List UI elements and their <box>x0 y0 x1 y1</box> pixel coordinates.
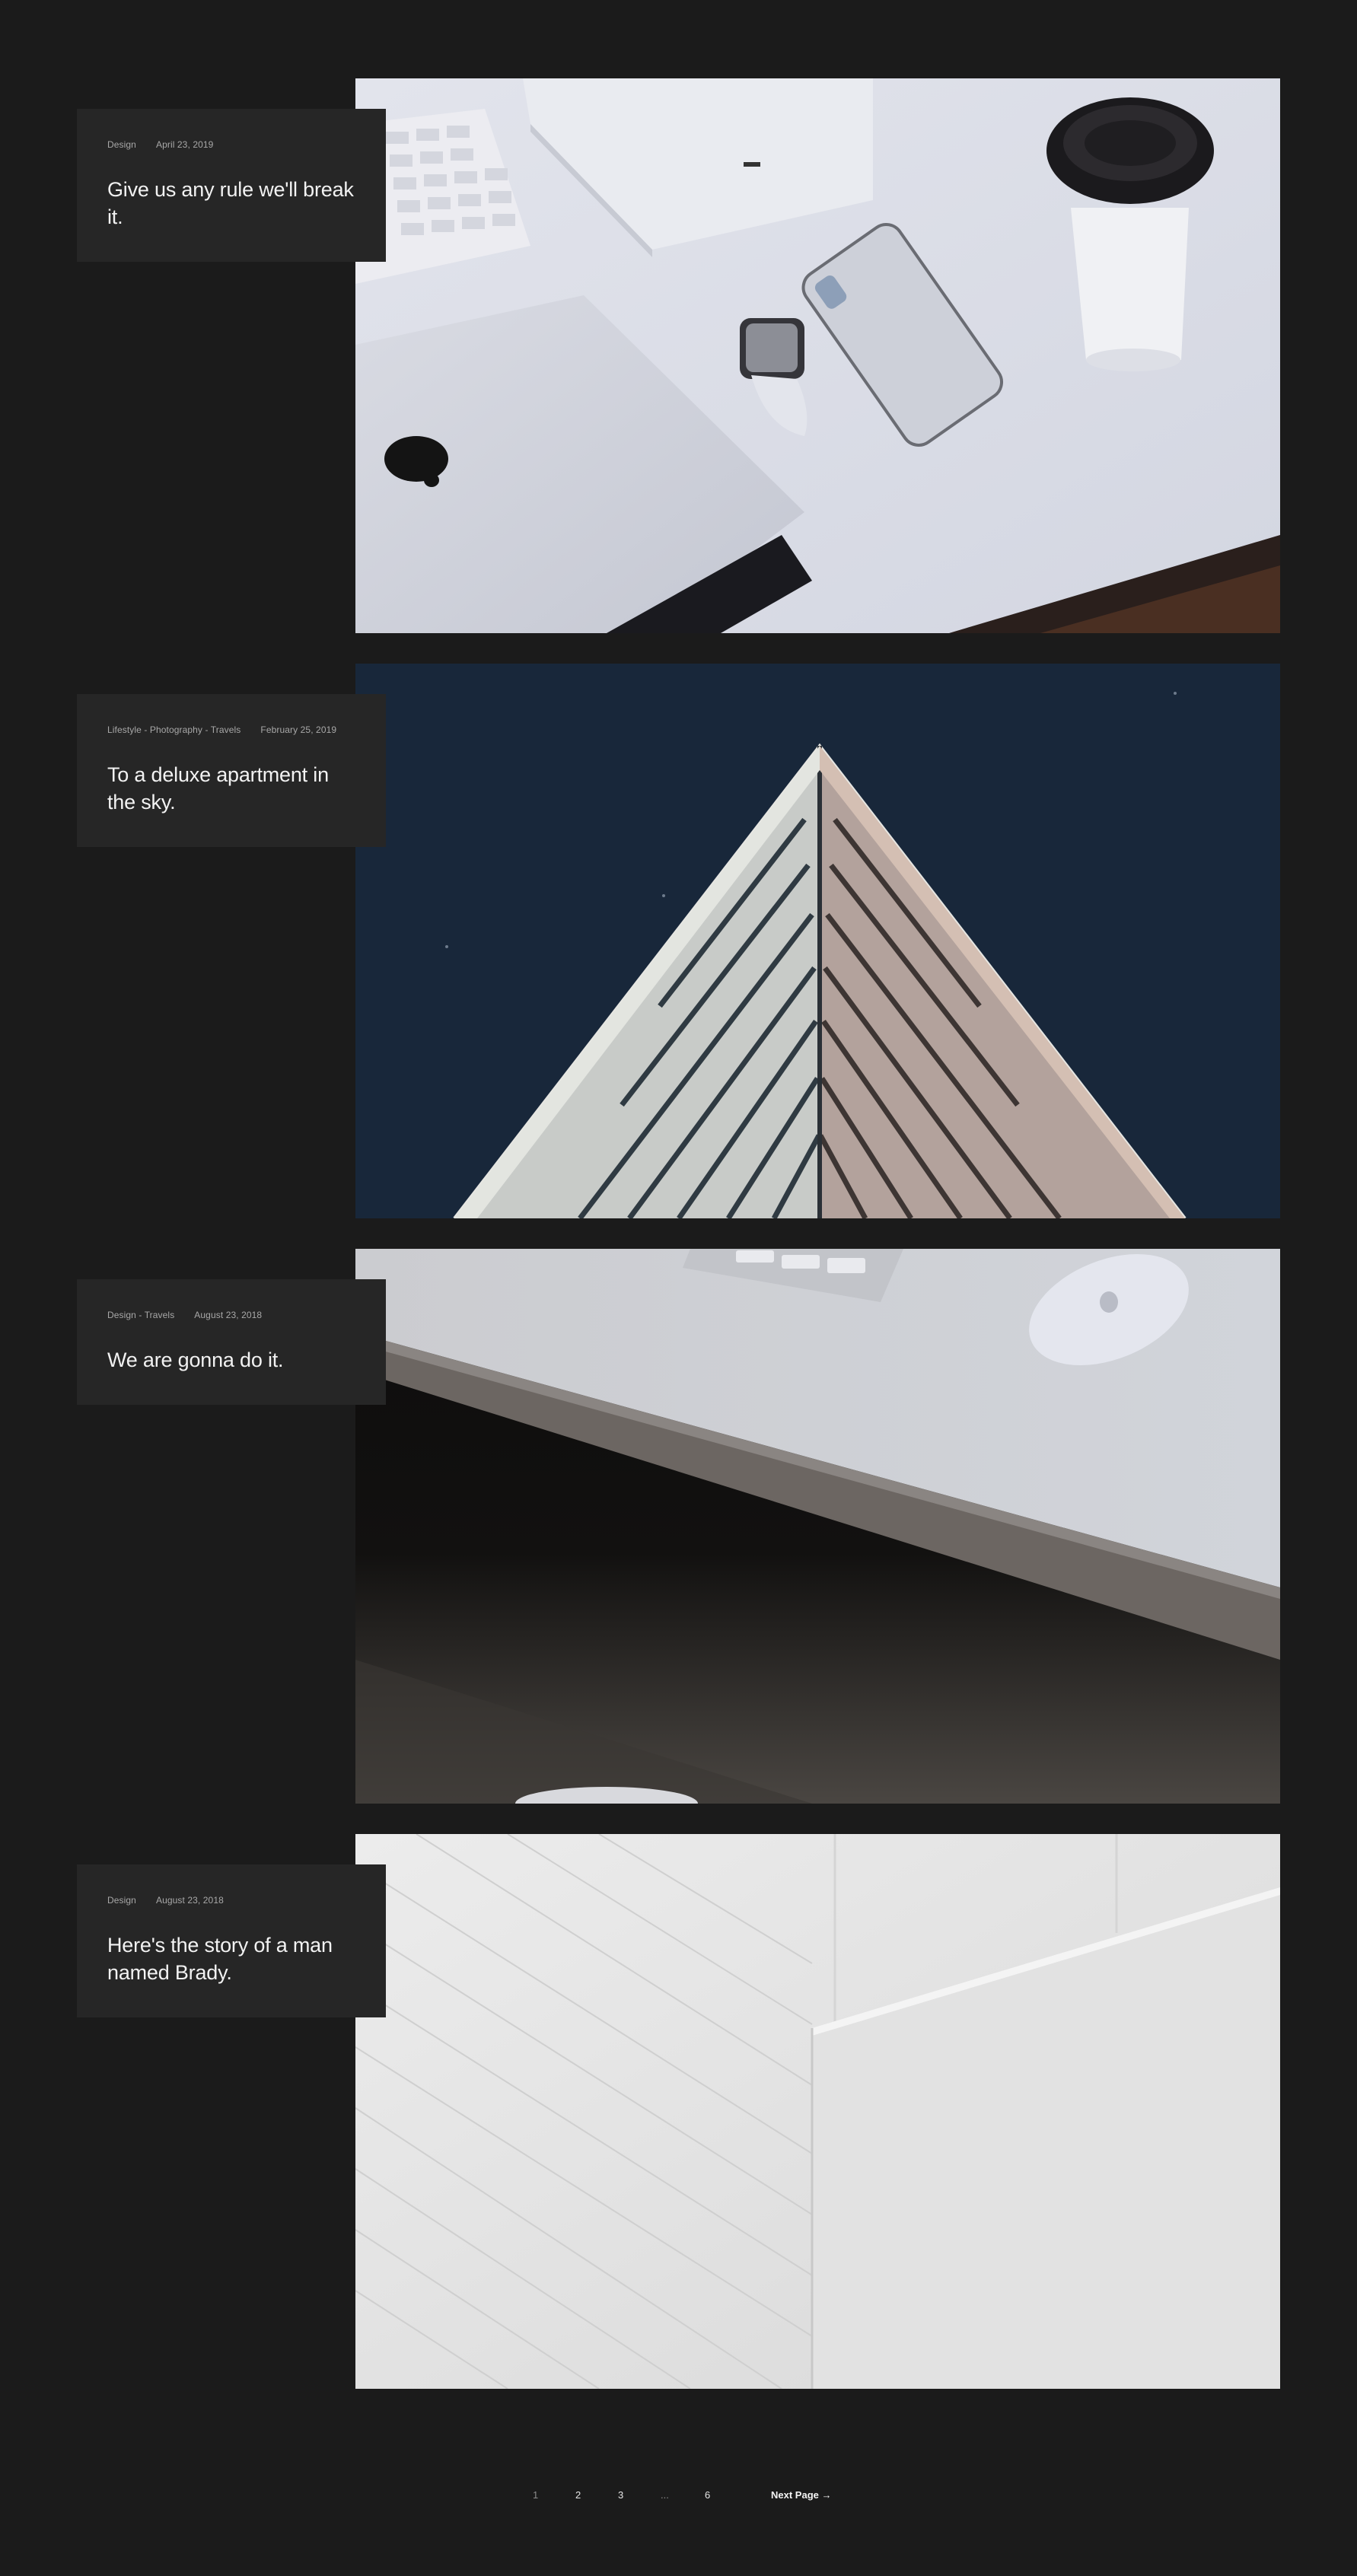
post-image-4[interactable] <box>355 1834 1280 2389</box>
post-image-1[interactable] <box>355 78 1280 633</box>
post-date[interactable]: August 23, 2018 <box>156 1895 224 1906</box>
next-page-link[interactable]: Next Page → <box>771 2484 831 2507</box>
post-image-2[interactable] <box>355 664 1280 1218</box>
post-title-link[interactable]: Here's the story of a man named Brady. <box>107 1931 355 1986</box>
post-category-link[interactable]: Lifestyle - Photography - Travels <box>107 724 241 735</box>
post-title-link[interactable]: Give us any rule we'll break it. <box>107 176 355 231</box>
post-category-link[interactable]: Design <box>107 139 136 150</box>
page-number-6[interactable]: 6 <box>705 2484 710 2507</box>
post-card-1: Design April 23, 2019 Give us any rule w… <box>77 78 1280 633</box>
post-meta: Lifestyle - Photography - Travels Februa… <box>107 724 355 735</box>
post-card-3: Design - Travels August 23, 2018 We are … <box>77 1249 1280 1804</box>
page-number-2[interactable]: 2 <box>575 2484 581 2507</box>
post-date[interactable]: August 23, 2018 <box>194 1310 262 1320</box>
post-image-3[interactable] <box>355 1249 1280 1804</box>
post-title-link[interactable]: We are gonna do it. <box>107 1346 355 1374</box>
post-meta: Design August 23, 2018 <box>107 1895 355 1906</box>
post-card-4: Design August 23, 2018 Here's the story … <box>77 1834 1280 2389</box>
post-summary-3: Design - Travels August 23, 2018 We are … <box>77 1279 386 1405</box>
page-number-1: 1 <box>533 2489 539 2501</box>
page-ellipsis: ... <box>661 2489 669 2501</box>
post-meta: Design April 23, 2019 <box>107 139 355 150</box>
pagination: 1 2 3 ... 6 Next Page → <box>0 2484 1357 2507</box>
post-meta: Design - Travels August 23, 2018 <box>107 1310 355 1320</box>
post-summary-2: Lifestyle - Photography - Travels Februa… <box>77 694 386 847</box>
post-category-link[interactable]: Design <box>107 1895 136 1906</box>
page-number-3[interactable]: 3 <box>618 2484 623 2507</box>
post-date[interactable]: April 23, 2019 <box>156 139 213 150</box>
post-title-link[interactable]: To a deluxe apartment in the sky. <box>107 761 355 816</box>
post-category-link[interactable]: Design - Travels <box>107 1310 174 1320</box>
post-summary-1: Design April 23, 2019 Give us any rule w… <box>77 109 386 262</box>
post-date[interactable]: February 25, 2019 <box>260 724 336 735</box>
post-summary-4: Design August 23, 2018 Here's the story … <box>77 1864 386 2017</box>
post-card-2: Lifestyle - Photography - Travels Februa… <box>77 664 1280 1218</box>
